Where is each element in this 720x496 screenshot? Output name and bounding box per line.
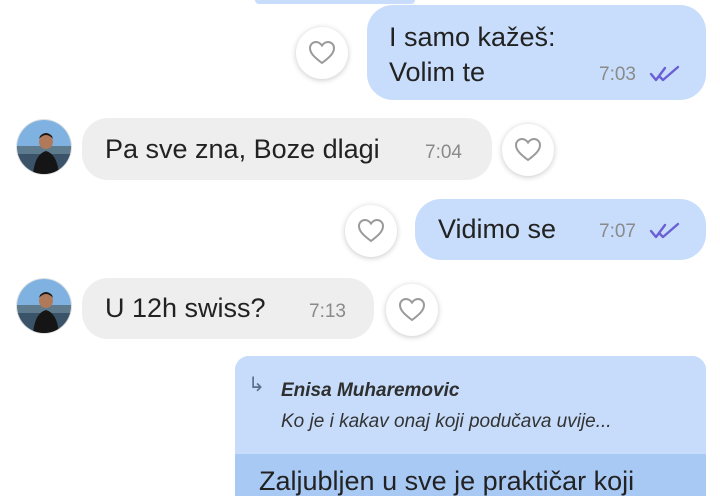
like-heart-button[interactable] (386, 284, 438, 336)
heart-icon (514, 137, 542, 162)
message-time: 7:13 (309, 301, 346, 322)
message-time: 7:03 (599, 64, 636, 85)
heart-icon (308, 40, 336, 65)
heart-icon (357, 218, 385, 243)
message-text: U 12h swiss? (105, 293, 266, 323)
message-text-line-1: I samo kažeš: (389, 22, 556, 52)
like-heart-button[interactable] (296, 27, 348, 79)
like-heart-button[interactable] (345, 205, 397, 257)
contact-avatar[interactable] (17, 279, 71, 333)
message-time: 7:07 (599, 221, 636, 242)
reply-arrow-icon: ↳ (248, 374, 265, 396)
contact-avatar[interactable] (17, 120, 71, 174)
message-text: Vidimo se (438, 214, 557, 244)
reply-message-text: Zaljubljen u sve je praktičar koji (259, 466, 635, 496)
quoted-message[interactable]: ↳ Enisa Muharemovic Ko je i kakav onaj k… (235, 356, 706, 454)
double-check-icon (649, 65, 680, 82)
avatar-photo (17, 120, 71, 174)
quoted-text: Ko je i kakav onaj koji podučava uvije..… (281, 411, 612, 432)
incoming-message-bubble[interactable]: U 12h swiss? 7:13 (82, 278, 374, 339)
message-time: 7:04 (425, 142, 462, 163)
double-check-icon (649, 222, 680, 239)
previous-bubble-edge (255, 0, 415, 4)
message-text-line-2: Volim te (389, 57, 486, 87)
quoted-author: Enisa Muharemovic (281, 380, 460, 401)
outgoing-message-bubble[interactable]: I samo kažeš: Volim te 7:03 (367, 5, 706, 100)
outgoing-message-bubble[interactable]: Vidimo se 7:07 (415, 199, 706, 260)
heart-icon (398, 297, 426, 322)
message-text: Pa sve zna, Boze dlagi (105, 134, 380, 164)
incoming-message-bubble[interactable]: Pa sve zna, Boze dlagi 7:04 (82, 118, 492, 180)
like-heart-button[interactable] (502, 124, 554, 176)
avatar-photo (17, 279, 71, 333)
